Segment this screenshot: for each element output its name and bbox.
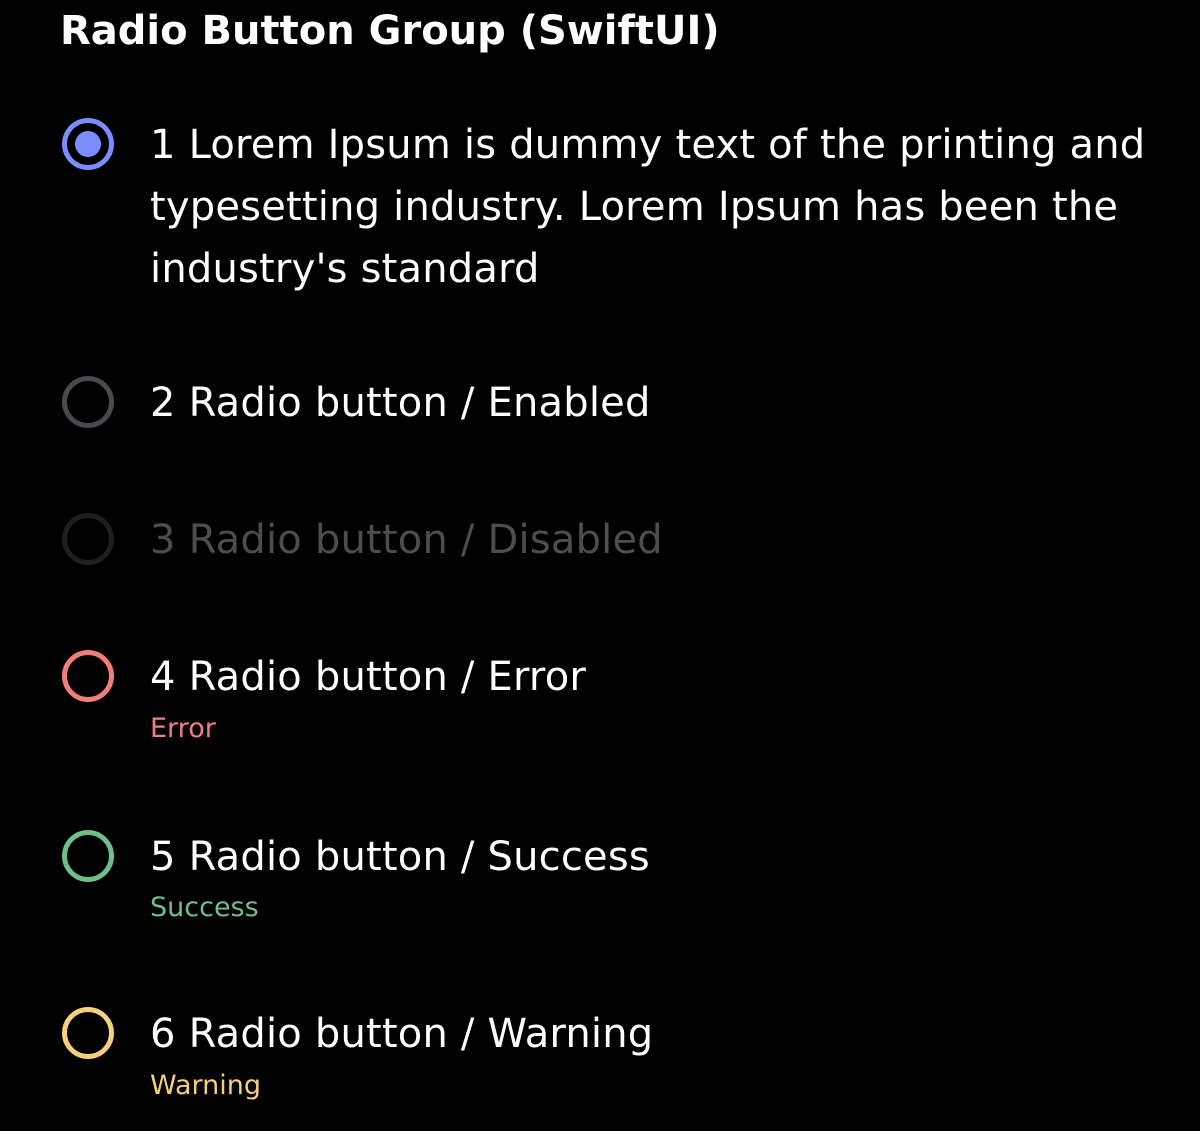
radio-option-2[interactable]: 2 Radio button / Enabled [62,376,1162,436]
radio-disabled-icon [62,513,114,565]
radio-label: 5 Radio button / Success [150,834,650,880]
radio-label: 2 Radio button / Enabled [150,380,651,426]
radio-label: 1 Lorem Ipsum is dummy text of the print… [150,122,1146,292]
radio-option-5[interactable]: 5 Radio button / Success Success [62,830,1162,930]
radio-selected-icon[interactable] [62,118,114,170]
radio-unselected-icon[interactable] [62,376,114,428]
radio-success-icon[interactable] [62,830,114,882]
radio-option-1[interactable]: 1 Lorem Ipsum is dummy text of the print… [62,118,1162,298]
radio-option-6[interactable]: 6 Radio button / Warning Warning [62,1007,1162,1107]
radio-error-icon[interactable] [62,650,114,702]
success-helper-text: Success [150,892,259,923]
page-title: Radio Button Group (SwiftUI) [60,8,720,54]
warning-helper-text: Warning [150,1070,262,1101]
radio-dot-icon [75,131,101,157]
radio-label: 6 Radio button / Warning [150,1011,654,1057]
radio-warning-icon[interactable] [62,1007,114,1059]
radio-label: 3 Radio button / Disabled [150,517,663,563]
radio-option-4[interactable]: 4 Radio button / Error Error [62,650,1162,750]
error-helper-text: Error [150,713,216,744]
radio-option-3: 3 Radio button / Disabled [62,513,1162,573]
radio-label: 4 Radio button / Error [150,654,587,700]
